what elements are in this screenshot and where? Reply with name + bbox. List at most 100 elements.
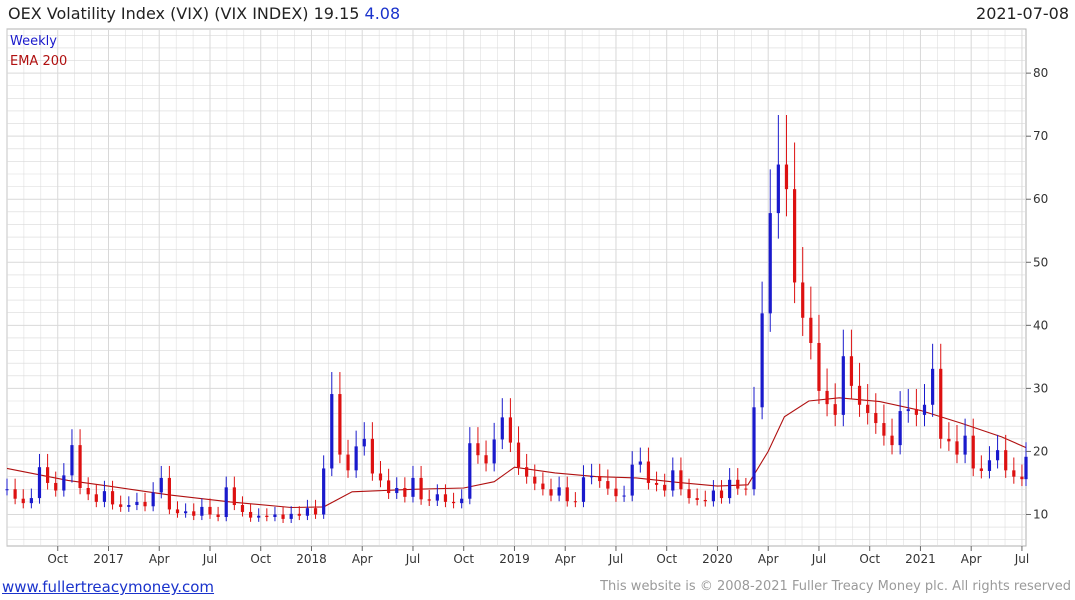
candle-body bbox=[338, 394, 342, 455]
x-tick-label: Apr bbox=[149, 552, 170, 566]
candle-body bbox=[947, 438, 951, 442]
candle-body bbox=[744, 488, 748, 490]
candle-body bbox=[1012, 470, 1016, 477]
x-tick-label: Apr bbox=[555, 552, 576, 566]
candle-body bbox=[167, 477, 171, 510]
candle-body bbox=[387, 480, 391, 494]
x-tick-label: Oct bbox=[859, 552, 880, 566]
y-tick-label: 10 bbox=[1033, 507, 1048, 521]
candle-body bbox=[736, 479, 740, 489]
candle-body bbox=[29, 498, 33, 504]
candle-body bbox=[492, 439, 496, 464]
candle-body bbox=[663, 484, 667, 491]
candle-body bbox=[516, 442, 521, 468]
candle-body bbox=[273, 514, 277, 517]
candle-body bbox=[906, 409, 910, 412]
candle-body bbox=[265, 515, 269, 517]
candle-body bbox=[817, 342, 821, 391]
x-tick-label: 2020 bbox=[702, 552, 733, 566]
candle-body bbox=[776, 164, 780, 214]
candle-body bbox=[525, 467, 529, 477]
candle-body bbox=[728, 479, 732, 499]
candle-body bbox=[874, 412, 878, 424]
candle-body bbox=[541, 483, 545, 490]
y-tick-label: 20 bbox=[1033, 444, 1048, 458]
candle-body bbox=[841, 356, 845, 415]
candle-body bbox=[1004, 450, 1008, 471]
candle-body bbox=[646, 461, 651, 483]
candle-body bbox=[378, 473, 383, 481]
candle-body bbox=[305, 508, 310, 516]
candle-body bbox=[987, 460, 992, 471]
candle-body bbox=[362, 438, 366, 447]
copyright-notice: This website is © 2008-2021 Fuller Treac… bbox=[600, 579, 1071, 594]
candle-body bbox=[403, 487, 407, 497]
x-tick-label: Apr bbox=[961, 552, 982, 566]
candle-body bbox=[784, 164, 789, 190]
candle-body bbox=[857, 385, 862, 405]
candle-body bbox=[86, 487, 90, 495]
x-tick-label: Oct bbox=[250, 552, 271, 566]
candle-body bbox=[565, 487, 569, 502]
x-tick-label: 2017 bbox=[93, 552, 124, 566]
candle-body bbox=[45, 467, 50, 483]
candle-body bbox=[78, 445, 82, 488]
candle-body bbox=[687, 489, 691, 499]
candle-body bbox=[5, 489, 9, 491]
x-tick-label: Jul bbox=[1014, 552, 1029, 566]
candle-body bbox=[533, 476, 537, 484]
x-tick-label: Jul bbox=[405, 552, 420, 566]
price-chart: 10 20 30 40 50 60 70 80 Oct 2017 Apr Jul Oct 2018 Apr J… bbox=[5, 28, 1048, 566]
candle-body bbox=[508, 417, 513, 443]
candle-body bbox=[866, 404, 870, 413]
legend-weekly: Weekly bbox=[10, 34, 57, 49]
candle-body bbox=[200, 506, 204, 516]
candle-body bbox=[890, 435, 894, 446]
candle-body bbox=[484, 455, 488, 464]
candle-body bbox=[703, 499, 707, 502]
y-tick-label: 40 bbox=[1033, 318, 1048, 332]
candle-body bbox=[606, 481, 610, 489]
candle-body bbox=[760, 313, 764, 408]
candle-body bbox=[370, 438, 374, 474]
candle-body bbox=[654, 482, 659, 485]
candle-body bbox=[322, 468, 326, 515]
x-tick-label: 2021 bbox=[905, 552, 936, 566]
candle-body bbox=[590, 476, 594, 478]
candle-body bbox=[240, 505, 245, 512]
candle-body bbox=[557, 487, 561, 496]
candle-body bbox=[13, 489, 17, 499]
candle-body bbox=[468, 443, 472, 499]
candle-body bbox=[630, 464, 634, 496]
candle-body bbox=[451, 501, 456, 504]
candle-body bbox=[159, 477, 163, 493]
candle-body bbox=[443, 494, 448, 502]
candle-body bbox=[882, 423, 886, 436]
candle-body bbox=[979, 468, 983, 471]
x-tick-label: Apr bbox=[758, 552, 779, 566]
site-link[interactable]: www.fullertreacymoney.com bbox=[2, 578, 214, 596]
candle-body bbox=[289, 513, 293, 519]
candle-body bbox=[21, 498, 25, 504]
candle-body bbox=[695, 498, 699, 500]
candle-body bbox=[801, 282, 805, 318]
candle-body bbox=[346, 454, 350, 471]
candle-body bbox=[257, 515, 261, 518]
candle-body bbox=[419, 477, 423, 500]
x-tick-label: 2019 bbox=[499, 552, 530, 566]
x-tick-label: Apr bbox=[352, 552, 373, 566]
candle-body bbox=[1020, 476, 1024, 480]
candle-body bbox=[281, 514, 285, 519]
candle-body bbox=[151, 492, 155, 507]
x-tick-label: Jul bbox=[608, 552, 623, 566]
candle-body bbox=[94, 494, 98, 502]
candle-body bbox=[922, 404, 927, 415]
candle-body bbox=[833, 404, 837, 415]
candle-body bbox=[598, 476, 602, 482]
candles bbox=[5, 114, 1028, 523]
candle-body bbox=[500, 417, 504, 440]
candle-body bbox=[1024, 456, 1028, 480]
candle-body bbox=[70, 445, 74, 476]
candle-body bbox=[671, 470, 675, 491]
candle-body bbox=[297, 513, 301, 516]
